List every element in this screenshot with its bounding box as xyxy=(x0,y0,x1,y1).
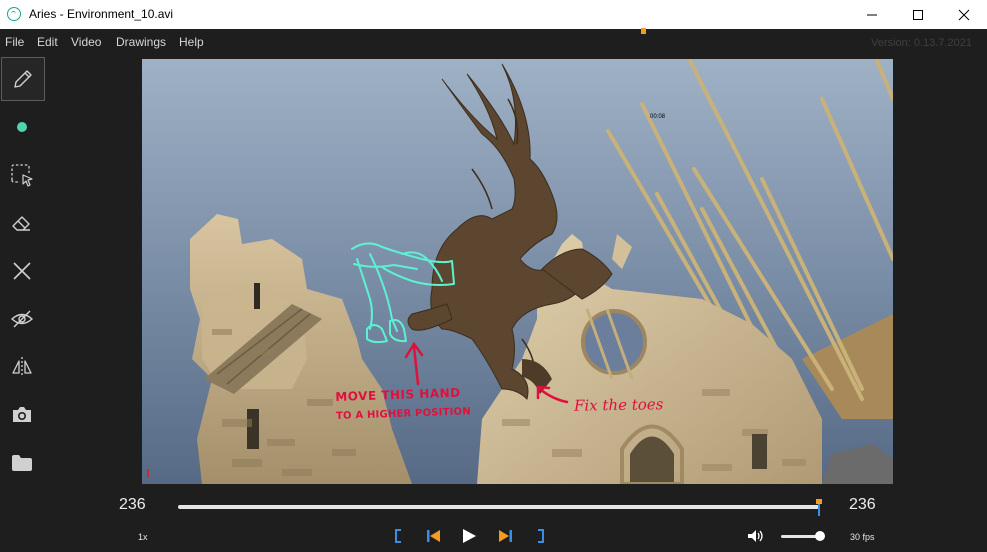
folder-icon xyxy=(12,455,32,471)
video-frame xyxy=(142,59,893,484)
menu-edit[interactable]: Edit xyxy=(37,35,58,49)
window-title: Aries - Environment_10.avi xyxy=(29,7,174,21)
fps-label: 30 fps xyxy=(850,532,875,542)
camera-icon xyxy=(13,407,31,422)
close-button[interactable] xyxy=(941,0,987,29)
menu-bar: File Edit Video Drawings Help Version: 0… xyxy=(0,29,987,55)
clear-drawings-button[interactable] xyxy=(0,249,44,293)
title-bar: Aries - Environment_10.avi xyxy=(0,0,987,29)
volume-button[interactable] xyxy=(746,527,766,545)
lasso-select-button[interactable] xyxy=(0,153,44,197)
maximize-icon xyxy=(913,9,923,20)
aries-logo-icon xyxy=(7,7,21,21)
playback-speed[interactable]: 1x xyxy=(138,532,148,542)
menu-file[interactable]: File xyxy=(5,35,24,49)
open-folder-button[interactable] xyxy=(0,441,44,485)
pencil-tool-button[interactable] xyxy=(1,57,45,101)
skip-back-icon xyxy=(427,530,440,542)
minimize-button[interactable] xyxy=(849,0,895,29)
video-timestamp: 00:08 xyxy=(650,114,666,120)
flip-button[interactable] xyxy=(0,345,44,389)
bracket-left-icon xyxy=(395,529,401,543)
play-icon xyxy=(463,529,476,543)
bracket-right-icon xyxy=(538,529,544,543)
maximize-button[interactable] xyxy=(895,0,941,29)
current-frame: 236 xyxy=(119,496,146,513)
playhead-handle[interactable] xyxy=(816,499,822,516)
top-frame-marker xyxy=(641,28,646,34)
set-out-point-button[interactable] xyxy=(534,527,548,545)
volume-knob[interactable] xyxy=(815,531,825,541)
flip-icon xyxy=(12,357,32,377)
pencil-icon xyxy=(14,70,32,88)
skip-forward-icon xyxy=(499,530,512,542)
version-label: Version: 0.13.7.2021 xyxy=(871,37,972,49)
previous-frame-button[interactable] xyxy=(425,527,443,545)
color-dot-icon xyxy=(17,122,27,132)
eraser-icon xyxy=(12,216,30,231)
color-picker-button[interactable] xyxy=(0,105,44,149)
timeline-track[interactable] xyxy=(178,505,819,509)
annotation-note-toes: Fix the toes xyxy=(573,395,664,415)
menu-help[interactable]: Help xyxy=(179,35,204,49)
set-in-point-button[interactable] xyxy=(391,527,405,545)
annotation-note-hand: MOVE THIS HAND TO A HIGHER POSITION xyxy=(335,382,471,427)
close-icon xyxy=(958,9,970,20)
next-frame-button[interactable] xyxy=(496,527,514,545)
menu-drawings[interactable]: Drawings xyxy=(116,35,166,49)
eraser-button[interactable] xyxy=(0,201,44,245)
menu-video[interactable]: Video xyxy=(71,35,101,49)
play-button[interactable] xyxy=(459,527,479,545)
end-frame: 236 xyxy=(849,496,876,513)
video-viewport[interactable]: 00:08 MOVE THIS HAND TO A HIGHER POSITIO… xyxy=(142,59,893,484)
toggle-visibility-button[interactable] xyxy=(0,297,44,341)
clear-icon xyxy=(13,262,31,280)
minimize-icon xyxy=(867,14,877,15)
lasso-select-icon xyxy=(11,164,33,187)
tool-sidebar xyxy=(0,55,45,485)
visibility-icon xyxy=(10,310,34,328)
volume-icon xyxy=(748,530,763,542)
transport-bar: 236 236 1x 30 fps xyxy=(0,485,987,552)
snapshot-button[interactable] xyxy=(0,393,44,437)
